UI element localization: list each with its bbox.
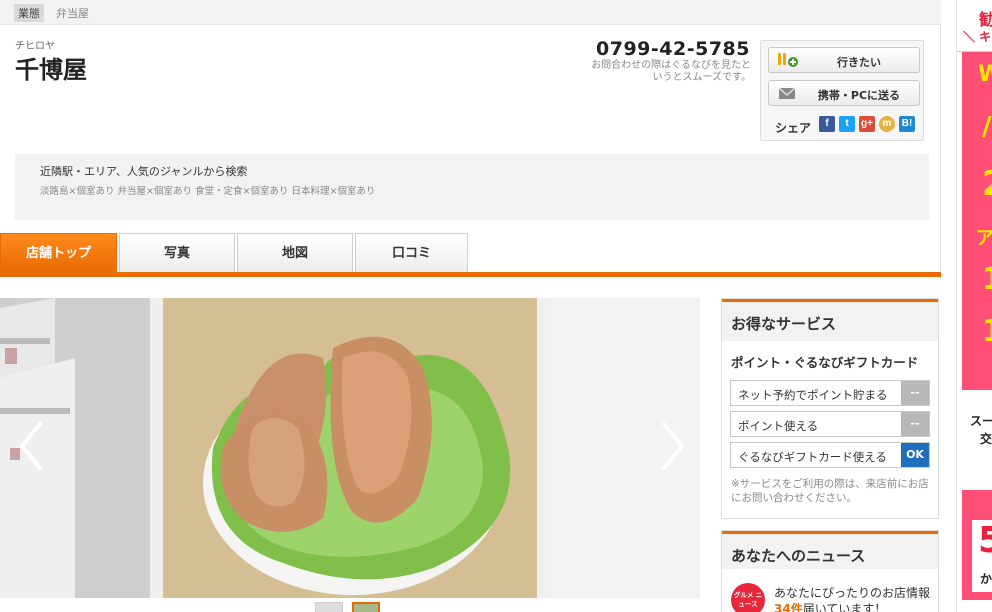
send-to-mobile-button[interactable]: 携帯・PCに送る [768,80,920,106]
service-label: ポイント使える [738,419,819,433]
ad-bottom-area: 5 か [962,490,992,600]
ad-char: / [982,112,992,142]
service-row: ネット予約でポイント貯まる -- [730,380,930,406]
ad-bottom-number: 5 [978,520,992,561]
tab-top[interactable]: 店舗トップ [0,233,117,273]
news-text[interactable]: あなたにぴったりのお店情報 34件届いています！ [774,585,934,612]
news-text-suffix: 届いています！ [802,602,887,612]
ad-char: 1 [982,314,992,349]
news-count: 34件 [774,602,803,612]
nearby-search-box: 近隣駅・エリア、人気のジャンルから検索 淡路島×個室あり 弁当屋×個室あり 食堂… [15,154,929,220]
prev-arrow-icon[interactable] [12,416,52,476]
main-photo[interactable] [163,298,537,598]
phone-number[interactable]: 0799-42-5785 [596,38,750,60]
envelope-icon [778,87,796,99]
ad-top-sub: ＼ キ [963,30,992,44]
category-value[interactable]: 弁当屋 [56,5,89,21]
phone-note: お問合わせの際はぐるなびを見たというとスムーズです。 [591,60,751,83]
ad-middle-text: スー [970,414,992,428]
ad-char: 1 [982,262,992,297]
share-label: シェア [775,121,812,135]
services-header: お得なサービス [722,299,938,341]
nearby-search-title: 近隣駅・エリア、人気のジャンルから検索 [40,165,248,178]
ad-white-area: スー 交 [962,390,992,490]
hatena-bookmark-icon[interactable]: B! [899,116,915,132]
nearby-search-links[interactable]: 淡路島×個室あり 弁当屋×個室あり 食堂・定食×個室あり 日本料理×個室あり [40,183,375,197]
mixi-icon[interactable]: m [879,116,895,132]
ad-char: ア [976,228,992,249]
want-to-go-button[interactable]: 行きたい [768,47,920,73]
service-status: -- [901,412,929,436]
service-status: -- [901,381,929,405]
shop-tabs: 店舗トップ 写真 地図 口コミ [0,233,941,273]
twitter-icon[interactable]: t [839,116,855,132]
service-label: ネット予約でポイント貯まる [738,388,888,402]
service-row: ポイント使える -- [730,411,930,437]
ad-char: W [978,62,992,87]
want-to-go-label: 行きたい [837,56,881,69]
ad-middle-text: 交 [980,432,992,446]
page: 業態 弁当屋 チヒロヤ 千博屋 0799-42-5785 お問合わせの際はぐるな… [0,0,992,612]
category-bar: 業態 弁当屋 [0,0,941,25]
next-arrow-icon[interactable] [652,416,692,476]
news-header: あなたへのニュース [722,531,938,569]
tab-map[interactable]: 地図 [237,233,353,273]
ad-char: 2 [982,164,992,204]
ad-bottom-text: か [980,572,992,586]
want-to-go-icon [778,53,798,67]
category-label: 業態 [14,4,44,22]
service-status: OK [901,443,929,467]
photo-slider [0,298,700,598]
ad-header: 勧 ＼ キ [957,0,992,52]
ad-banner[interactable]: 勧 ＼ キ W / 2 ア 1 1 スー 交 5 か [956,0,992,612]
gourmet-news-icon: グルメ ニュース [731,583,765,612]
tab-reviews[interactable]: 口コミ [355,233,468,273]
ad-pink-area: W / 2 ア 1 1 [962,52,992,390]
services-title: お得なサービス [731,315,837,333]
shop-name: 千博屋 [15,56,87,84]
thumbnail[interactable] [315,602,343,612]
thumbnail-active[interactable] [352,602,380,612]
tab-underline [0,272,941,277]
services-note: ※サービスをご利用の際は、来店前にお店にお問い合わせください。 [731,478,929,504]
action-box: 行きたい 携帯・PCに送る シェア f t g+ m B! [760,40,924,141]
tab-photos[interactable]: 写真 [119,233,235,273]
service-row: ぐるなびギフトカード使える OK [730,442,930,468]
google-plus-icon[interactable]: g+ [859,116,875,132]
send-to-mobile-label: 携帯・PCに送る [817,89,901,102]
shop-header: 業態 弁当屋 チヒロヤ 千博屋 0799-42-5785 お問合わせの際はぐるな… [0,0,941,278]
news-panel: あなたへのニュース グルメ ニュース あなたにぴったりのお店情報 34件届いてい… [721,530,939,612]
facebook-icon[interactable]: f [819,116,835,132]
services-subtitle: ポイント・ぐるなびギフトカード [731,355,919,370]
ad-top-char: 勧 [979,10,992,29]
news-title: あなたへのニュース [731,547,866,565]
services-panel: お得なサービス ポイント・ぐるなびギフトカード ネット予約でポイント貯まる --… [721,298,939,519]
news-text-prefix: あなたにぴったりのお店情報 [774,586,931,600]
service-label: ぐるなびギフトカード使える [738,450,887,464]
